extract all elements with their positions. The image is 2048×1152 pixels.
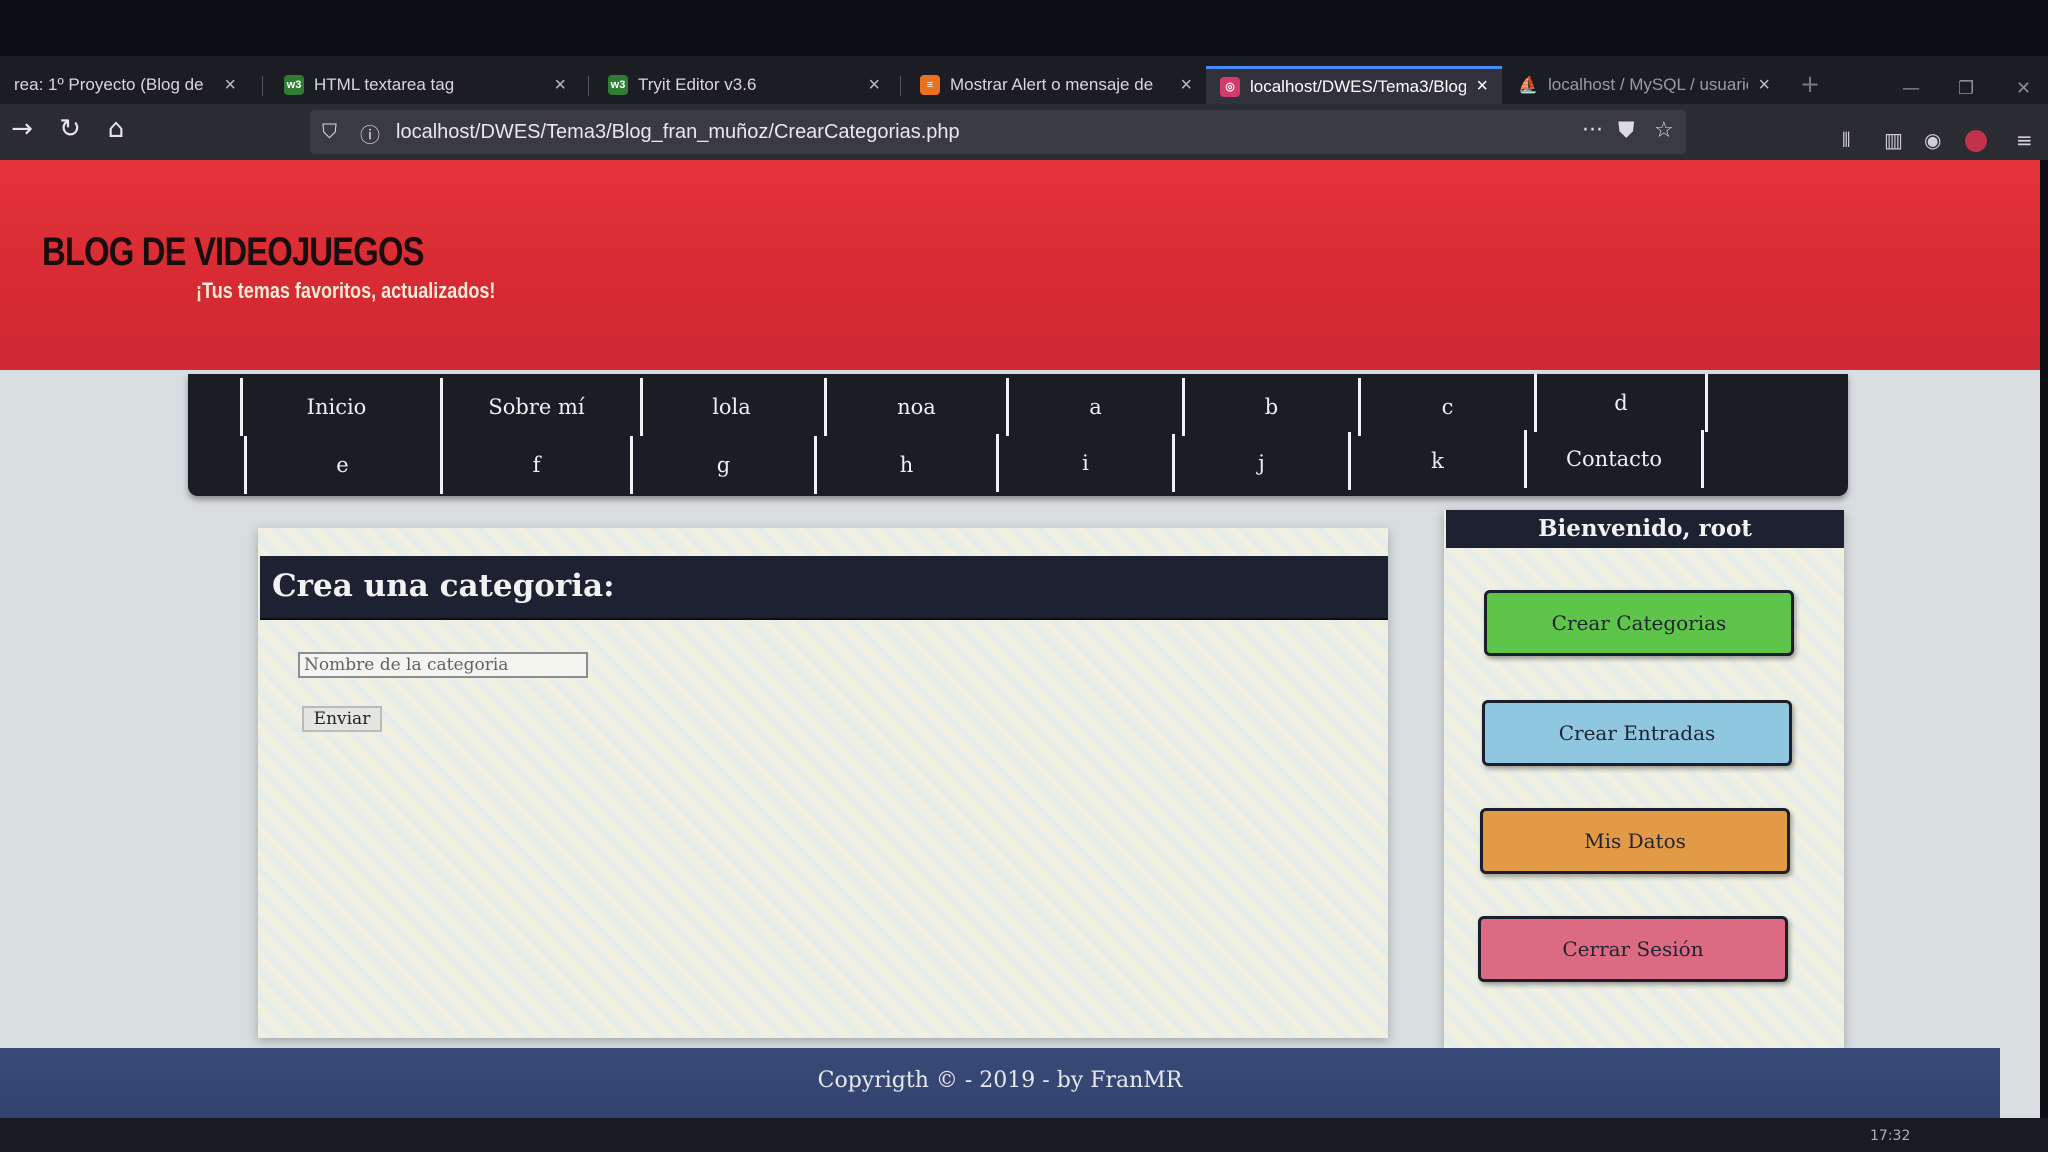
bookmark-star-icon[interactable]: ☆: [1654, 118, 1674, 143]
url-text[interactable]: localhost/DWES/Tema3/Blog_fran_muñoz/Cre…: [396, 121, 960, 144]
stack-icon: ≡: [920, 75, 940, 95]
info-icon[interactable]: ⓘ: [360, 119, 380, 148]
nav-item-h[interactable]: h: [814, 436, 996, 494]
form-heading: Crea una categoria:: [272, 568, 615, 604]
create-category-panel: Crea una categoria: Enviar: [258, 528, 1388, 1038]
tab-strip: rea: 1º Proyecto (Blog de × w3 HTML text…: [0, 56, 2048, 104]
browser-tab[interactable]: w3 HTML textarea tag ×: [270, 66, 580, 104]
reload-icon[interactable]: ↻: [50, 114, 90, 144]
tab-title: HTML textarea tag: [314, 75, 455, 94]
close-tab-icon[interactable]: ×: [1758, 74, 1770, 97]
taskbar-clock: 17:32: [1870, 1128, 1911, 1144]
shield-icon[interactable]: ⛉: [322, 119, 337, 143]
hamburger-menu-icon[interactable]: ≡: [2016, 128, 2033, 152]
library-icon[interactable]: ⫴: [1842, 128, 1850, 152]
close-tab-icon[interactable]: ×: [868, 74, 880, 97]
nav-item-d[interactable]: d: [1534, 374, 1708, 432]
my-data-button[interactable]: Mis Datos: [1480, 808, 1790, 874]
category-name-input[interactable]: [298, 652, 588, 678]
tab-title: Tryit Editor v3.6: [638, 75, 757, 94]
tab-separator: [900, 76, 901, 96]
browser-tab[interactable]: ≡ Mostrar Alert o mensaje de ×: [906, 66, 1206, 104]
nav-item-b[interactable]: b: [1182, 378, 1358, 436]
create-categories-button[interactable]: Crear Categorias: [1484, 590, 1794, 656]
extension-icon[interactable]: [1965, 130, 1987, 152]
home-icon[interactable]: ⌂: [96, 114, 136, 144]
site-header: BLOG DE VIDEOJUEGOS ¡Tus temas favoritos…: [0, 160, 2040, 370]
tab-title: localhost / MySQL / usuaric: [1548, 75, 1749, 94]
pocket-icon[interactable]: ⛊: [1618, 118, 1635, 143]
browser-tab-active[interactable]: ◎ localhost/DWES/Tema3/Blog_ ×: [1206, 66, 1502, 104]
nav-item-e[interactable]: e: [244, 436, 438, 494]
nav-item-i[interactable]: i: [996, 434, 1172, 492]
tab-separator: [262, 76, 263, 96]
site-subtitle: ¡Tus temas favoritos, actualizados!: [196, 278, 496, 303]
w3-icon: w3: [284, 75, 304, 95]
nav-item-a[interactable]: a: [1006, 378, 1182, 436]
address-bar[interactable]: ⛉ ⓘ localhost/DWES/Tema3/Blog_fran_muñoz…: [310, 110, 1686, 154]
new-tab-icon[interactable]: +: [1800, 70, 1820, 98]
site-title: BLOG DE VIDEOJUEGOS: [42, 230, 425, 274]
nav-item-j[interactable]: j: [1172, 434, 1348, 492]
nav-item-noa[interactable]: noa: [824, 378, 1006, 436]
forward-icon[interactable]: →: [2, 114, 42, 144]
main-nav: Inicio Sobre mí lola noa a b c d e f g h…: [188, 374, 1848, 496]
restore-icon[interactable]: ❐: [1958, 78, 1974, 99]
minimize-icon[interactable]: —: [1902, 78, 1920, 99]
welcome-heading: Bienvenido, root: [1446, 510, 1844, 548]
nav-item-lola[interactable]: lola: [640, 378, 820, 436]
nav-item-inicio[interactable]: Inicio: [240, 378, 430, 436]
browser-tab[interactable]: rea: 1º Proyecto (Blog de ×: [0, 66, 250, 104]
taskbar: [0, 1118, 2048, 1152]
create-entries-button[interactable]: Crear Entradas: [1482, 700, 1792, 766]
nav-item-g[interactable]: g: [630, 436, 814, 494]
panel-header: Crea una categoria:: [260, 556, 1388, 620]
page-actions-icon[interactable]: ···: [1582, 118, 1603, 143]
copyright-text: Copyrigth © - 2019 - by FranMR: [817, 1068, 1183, 1093]
tab-title: Mostrar Alert o mensaje de: [950, 75, 1154, 94]
nav-item-k[interactable]: k: [1348, 432, 1524, 490]
tab-separator: [588, 76, 589, 96]
nav-item-sobre-mi[interactable]: Sobre mí: [440, 378, 630, 436]
account-icon[interactable]: ◉: [1924, 128, 1941, 152]
submit-button[interactable]: Enviar: [302, 706, 382, 732]
browser-tab[interactable]: ⛵ localhost / MySQL / usuaric ×: [1504, 66, 1784, 104]
globe-icon: ◎: [1220, 76, 1240, 97]
phpmyadmin-icon: ⛵: [1518, 77, 1538, 94]
close-tab-icon[interactable]: ×: [554, 74, 566, 97]
sidebar-icon[interactable]: ▥: [1884, 128, 1903, 152]
close-tab-icon[interactable]: ×: [1476, 75, 1488, 98]
window-close-icon[interactable]: ✕: [2016, 78, 2031, 99]
nav-item-c[interactable]: c: [1358, 378, 1534, 436]
tab-title: rea: 1º Proyecto (Blog de: [14, 75, 204, 94]
user-sidebar: Bienvenido, root Crear Categorias Crear …: [1444, 510, 1844, 1052]
tab-title: localhost/DWES/Tema3/Blog_: [1250, 76, 1467, 96]
web-page: BLOG DE VIDEOJUEGOS ¡Tus temas favoritos…: [0, 160, 2040, 1152]
logout-button[interactable]: Cerrar Sesión: [1478, 916, 1788, 982]
close-tab-icon[interactable]: ×: [1180, 74, 1192, 97]
close-tab-icon[interactable]: ×: [224, 74, 236, 97]
nav-item-contacto[interactable]: Contacto: [1524, 430, 1704, 488]
nav-item-f[interactable]: f: [440, 436, 630, 494]
w3-icon: w3: [608, 75, 628, 95]
browser-tab[interactable]: w3 Tryit Editor v3.6 ×: [594, 66, 894, 104]
